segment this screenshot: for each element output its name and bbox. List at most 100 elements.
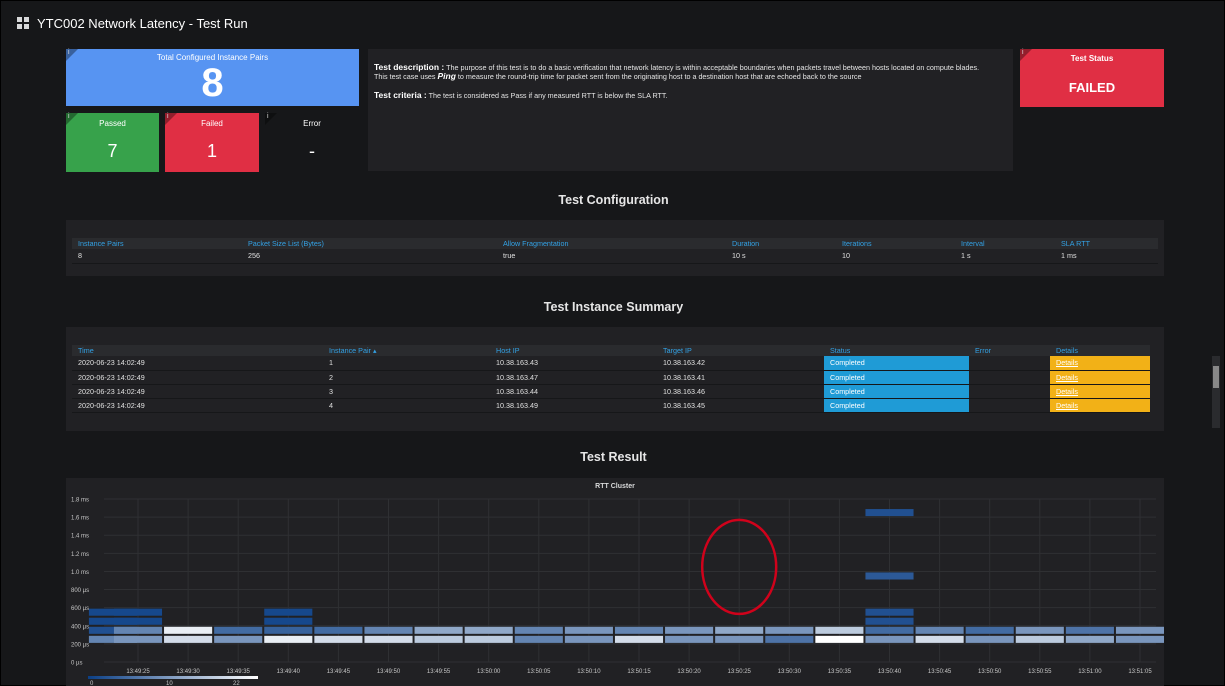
col-duration[interactable]: Duration — [726, 238, 836, 249]
status-cell: Completed — [824, 370, 969, 385]
col-details[interactable]: Details — [1050, 345, 1150, 356]
col-allow-fragmentation[interactable]: Allow Fragmentation — [497, 238, 726, 249]
y-tick-label: 200 µs — [71, 642, 89, 648]
heatmap-cell — [865, 626, 914, 634]
x-tick-label: 13:49:50 — [377, 669, 401, 675]
x-tick-label: 13:49:55 — [427, 669, 451, 675]
heatmap-cell — [164, 635, 213, 643]
dashboard-grid-icon[interactable] — [17, 17, 29, 29]
col-instance-pair[interactable]: Instance Pair ▴ — [323, 345, 490, 356]
heatmap-cell — [1115, 635, 1164, 643]
col-time[interactable]: Time — [72, 345, 323, 356]
table-cell: 10.38.163.45 — [657, 398, 824, 413]
heatmap-cell — [514, 626, 563, 634]
chart-title: RTT Cluster — [595, 483, 635, 490]
y-tick-label: 1.0 ms — [71, 570, 89, 576]
details-link[interactable]: Details — [1050, 384, 1150, 399]
col-target-ip[interactable]: Target IP — [657, 345, 824, 356]
stat-title: Error — [303, 119, 321, 128]
heatmap-cell — [865, 608, 914, 616]
col-instance-pairs[interactable]: Instance Pairs — [72, 238, 242, 249]
x-tick-label: 13:49:45 — [327, 669, 351, 675]
heatmap-cell — [314, 635, 363, 643]
table-cell: 2020-06-23 14:02:49 — [72, 384, 323, 399]
heatmap-cell — [715, 635, 764, 643]
table-cell: 2020-06-23 14:02:49 — [72, 398, 323, 413]
stat-value: 1 — [206, 141, 217, 161]
heatmap-cell — [264, 635, 313, 643]
heatmap-cell — [113, 608, 163, 616]
heatmap-cell — [1115, 626, 1164, 634]
heatmap-cell — [765, 635, 814, 643]
table-cell: 4 — [323, 398, 490, 413]
stat-title: Failed — [201, 119, 223, 128]
details-link[interactable]: Details — [1050, 398, 1150, 413]
y-tick-label: 400 µs — [71, 624, 89, 630]
heatmap-cell — [314, 626, 363, 634]
x-tick-label: 13:49:35 — [227, 669, 251, 675]
stat-value: FAILED — [1068, 80, 1116, 95]
y-tick-label: 800 µs — [71, 588, 89, 594]
dashboard-title[interactable]: YTC002 Network Latency - Test Run — [37, 16, 248, 31]
heatmap-cell — [264, 608, 313, 616]
table-cell: 10.38.163.47 — [490, 370, 657, 385]
details-link[interactable]: Details — [1050, 370, 1150, 385]
table-cell: 10 — [836, 249, 955, 264]
col-host-ip[interactable]: Host IP — [490, 345, 657, 356]
test-description-panel: Test description : The purpose of this t… — [368, 49, 1013, 171]
table-cell: 2020-06-23 14:02:49 — [72, 370, 323, 385]
details-link[interactable]: Details — [1050, 356, 1150, 371]
summary-table: Time Instance Pair ▴ Host IP Target IP S… — [72, 345, 1150, 413]
x-tick-label: 13:50:30 — [778, 669, 802, 675]
heatmap-cell — [614, 626, 664, 634]
heatmap-cell — [1065, 635, 1114, 643]
error-cell — [969, 370, 1050, 385]
heatmap-cell — [264, 626, 313, 634]
heatmap-cell — [715, 626, 764, 634]
x-tick-label: 13:49:30 — [176, 669, 200, 675]
table-row: 8 256 true 10 s 10 1 s 1 ms — [72, 249, 1158, 264]
rtt-heatmap-chart: RTT Cluster 0 µs 200 µs 400 µs 600 µs 800 µs 1… — [71, 483, 1164, 686]
stat-title: Passed — [99, 119, 126, 128]
heatmap-cell — [1065, 626, 1114, 634]
heatmap-cell — [1015, 635, 1064, 643]
heatmap-cell — [865, 572, 914, 580]
x-tick-label: 13:50:45 — [928, 669, 952, 675]
col-interval[interactable]: Interval — [955, 238, 1055, 249]
status-cell: Completed — [824, 356, 969, 371]
col-packet-size[interactable]: Packet Size List (Bytes) — [242, 238, 497, 249]
table-row: 2020-06-23 14:02:49 2 10.38.163.47 10.38… — [72, 370, 1150, 385]
table-scrollbar[interactable] — [1212, 356, 1220, 428]
test-instance-summary-table-panel: Time Instance Pair ▴ Host IP Target IP S… — [66, 327, 1220, 431]
table-cell: 1 s — [955, 249, 1055, 264]
x-tick-label: 13:49:40 — [277, 669, 301, 675]
heatmap-cell — [865, 509, 914, 517]
heatmap-cell — [564, 626, 613, 634]
description-ping-text: This test case uses Ping to measure the … — [374, 71, 862, 82]
col-sla-rtt[interactable]: SLA RTT — [1055, 238, 1158, 249]
table-cell: 10.38.163.41 — [657, 370, 824, 385]
criteria-text: Test criteria : The test is considered a… — [374, 90, 668, 101]
total-pairs-stat-panel: i Total Configured Instance Pairs 8 — [66, 49, 359, 106]
x-tick-label: 13:49:25 — [126, 669, 150, 675]
x-tick-label: 13:51:05 — [1128, 669, 1152, 675]
stat-value: 7 — [107, 141, 118, 161]
x-tick-label: 13:50:20 — [677, 669, 701, 675]
x-tick-label: 13:50:05 — [527, 669, 551, 675]
color-legend-bar — [88, 676, 258, 679]
heatmap-cell — [865, 617, 914, 625]
table-cell: 3 — [323, 384, 490, 399]
scrollbar-thumb[interactable] — [1213, 366, 1219, 388]
y-tick-label: 0 µs — [71, 661, 82, 667]
table-cell: 10 s — [726, 249, 836, 264]
table-row: 2020-06-23 14:02:49 4 10.38.163.49 10.38… — [72, 398, 1150, 413]
heatmap-cell — [113, 617, 163, 625]
heatmap-cell — [464, 626, 513, 634]
heatmap-cell — [564, 635, 613, 643]
col-status[interactable]: Status — [824, 345, 969, 356]
col-error[interactable]: Error — [969, 345, 1050, 356]
table-cell: 2 — [323, 370, 490, 385]
heatmap-cell — [965, 626, 1014, 634]
col-iterations[interactable]: Iterations — [836, 238, 955, 249]
table-cell: 1 — [323, 356, 490, 371]
